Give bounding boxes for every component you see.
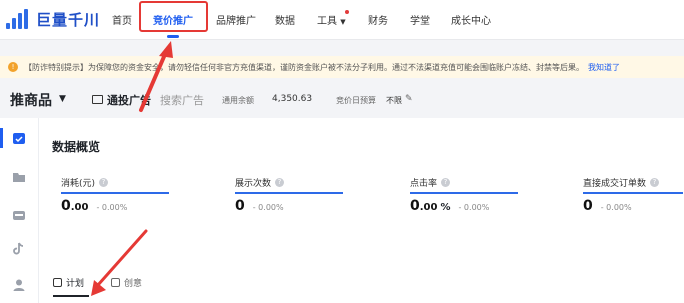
calendar-icon	[53, 278, 62, 287]
user-icon[interactable]	[12, 278, 26, 292]
edit-icon[interactable]: ✎	[405, 94, 413, 104]
notice-dismiss-link[interactable]: 我知道了	[588, 62, 620, 73]
metric-label: 展示次数	[235, 179, 272, 189]
metric-value: 0.00	[410, 198, 437, 214]
metric-value-int: 0	[583, 198, 593, 214]
tab-plan[interactable]: 计划	[53, 276, 84, 289]
help-icon[interactable]: ?	[275, 178, 285, 187]
overview-title: 数据概览	[52, 140, 101, 154]
nav-data[interactable]: 数据	[275, 12, 295, 27]
metric-sparkline	[410, 192, 518, 194]
balance-label: 通用余额	[222, 96, 254, 105]
logo-bars-icon	[6, 9, 32, 29]
sub-header: 推商品 ▼ 通投广告 搜索广告 通用余额 4,350.63 竞价日预算 不限 ✎	[0, 84, 684, 114]
metric-spend[interactable]: 消耗(元)? 0.00 - 0.00%	[61, 176, 211, 214]
metric-value-int: 0	[235, 198, 245, 214]
metric-unit: %	[440, 202, 451, 213]
help-icon[interactable]: ?	[441, 178, 451, 187]
data-overview-card: 数据概览 消耗(元)? 0.00 - 0.00% 展示次数? 0 - 0.00%…	[38, 118, 684, 303]
metric-value-int: 0	[410, 198, 420, 214]
metric-label: 直接成交订单数	[583, 179, 647, 189]
nav-brand-promotion[interactable]: 品牌推广	[216, 12, 256, 27]
metric-ctr[interactable]: 点击率? 0.00 % - 0.00%	[410, 176, 560, 214]
tab-active-underline	[53, 295, 89, 297]
wallet-icon[interactable]	[12, 208, 26, 222]
nav-finance[interactable]: 财务	[368, 12, 388, 27]
metric-value: 0	[583, 198, 593, 214]
budget-value: 不限	[386, 96, 402, 105]
metric-orders[interactable]: 直接成交订单数? 0 - 0.00%	[583, 176, 683, 214]
metric-value: 0.00	[61, 198, 88, 214]
mode-tab-search[interactable]: 搜索广告	[160, 92, 204, 108]
left-sidebar	[0, 118, 38, 303]
active-tab-indicator	[167, 35, 179, 38]
metric-value-dec: .00	[70, 202, 89, 213]
chevron-down-icon: ▼	[340, 18, 346, 26]
mode-tab-general[interactable]: 通投广告	[107, 92, 151, 108]
brand-logo[interactable]: 巨量千川	[6, 8, 100, 30]
metric-delta: - 0.00%	[600, 203, 632, 212]
metric-sparkline	[235, 192, 343, 194]
tab-plan-label: 计划	[66, 279, 85, 289]
metric-delta: - 0.00%	[458, 203, 490, 212]
metric-delta: - 0.00%	[252, 203, 284, 212]
metric-value-dec: .00	[419, 202, 438, 213]
brand-name: 巨量千川	[36, 10, 101, 29]
notice-text: 【防诈特别提示】为保障您的资金安全，请勿轻信任何非官方充值渠道，谨防资金账户被不…	[24, 62, 584, 72]
metric-label: 点击率	[410, 179, 438, 189]
caret-down-icon[interactable]: ▼	[59, 94, 66, 104]
product-title[interactable]: 推商品	[10, 90, 52, 110]
balance-value: 4,350.63	[272, 94, 313, 104]
metric-delta: - 0.00%	[96, 203, 128, 212]
help-icon[interactable]: ?	[99, 178, 109, 187]
nav-tools[interactable]: 工具 ▼	[317, 12, 346, 27]
help-icon[interactable]: ?	[650, 178, 660, 187]
briefcase-icon	[92, 95, 103, 104]
calendar-check-icon[interactable]	[12, 131, 26, 145]
metric-label: 消耗(元)	[61, 179, 96, 189]
metric-impressions[interactable]: 展示次数? 0 - 0.00%	[235, 176, 385, 214]
tab-creative[interactable]: 创意	[111, 276, 142, 289]
metric-value: 0	[235, 198, 245, 214]
nav-tools-label: 工具	[317, 16, 337, 27]
annotation-highlight-box	[139, 1, 208, 32]
notification-dot	[345, 10, 349, 14]
top-nav: 巨量千川 首页 竞价推广 品牌推广 数据 工具 ▼ 财务 学堂 成长中心	[0, 0, 684, 40]
budget-label: 竞价日预算	[336, 96, 376, 105]
metric-sparkline	[583, 192, 683, 194]
tab-creative-label: 创意	[124, 279, 143, 289]
sidebar-active-indicator	[0, 128, 3, 148]
metric-value-int: 0	[61, 198, 71, 214]
nav-growth-center[interactable]: 成长中心	[451, 12, 491, 27]
warning-icon: !	[8, 62, 18, 72]
metric-sparkline	[61, 192, 169, 194]
fraud-notice-bar: ! 【防诈特别提示】为保障您的资金安全，请勿轻信任何非官方充值渠道，谨防资金账户…	[0, 56, 684, 78]
image-icon	[111, 278, 120, 287]
folder-icon[interactable]	[12, 170, 26, 184]
nav-academy[interactable]: 学堂	[410, 12, 430, 27]
nav-home[interactable]: 首页	[112, 12, 132, 27]
tiktok-icon[interactable]	[12, 242, 26, 256]
